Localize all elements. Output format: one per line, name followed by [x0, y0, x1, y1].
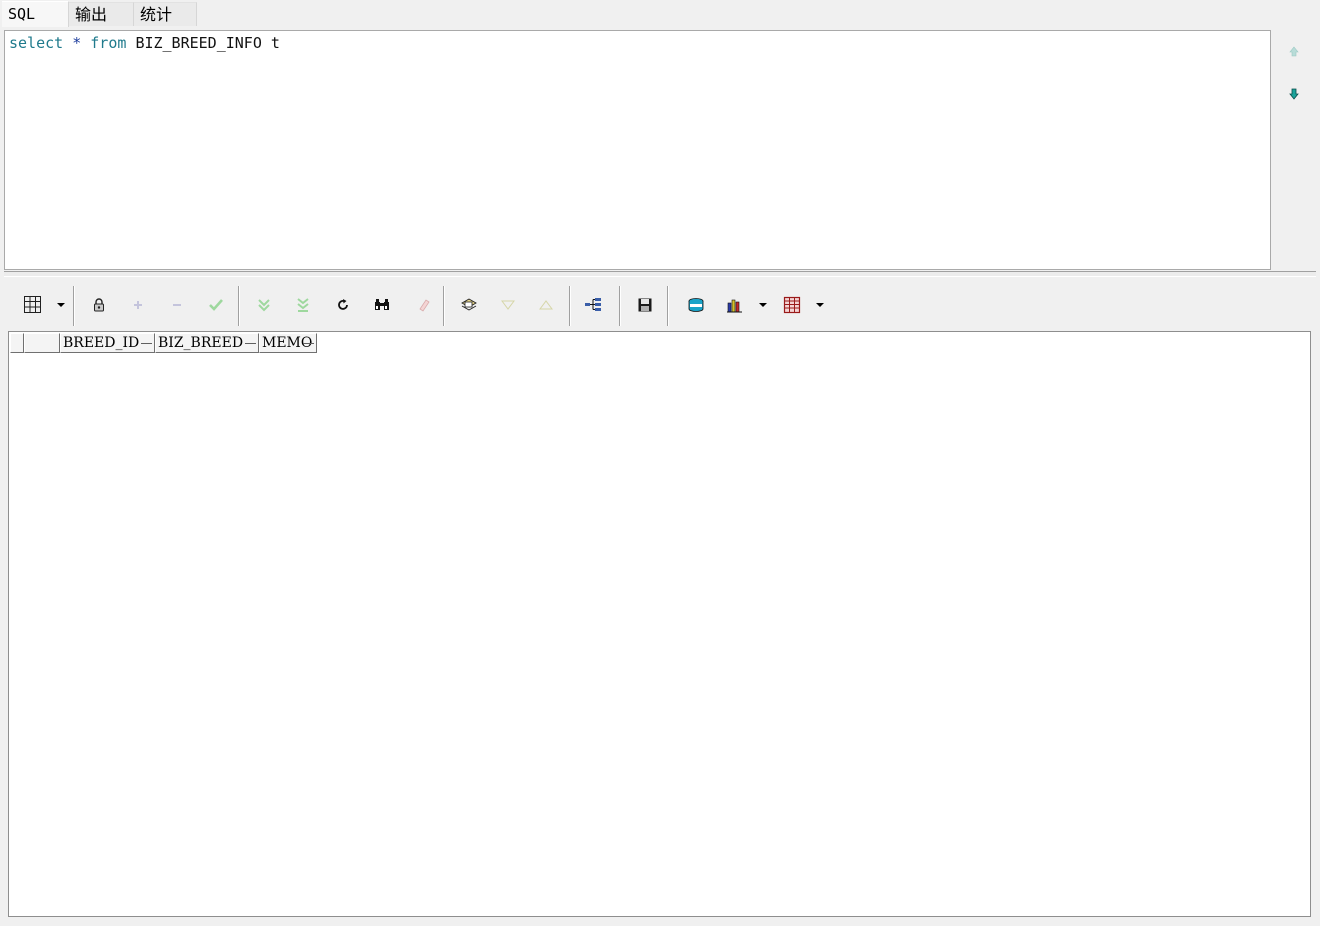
grid-row-indicator-header[interactable]: [24, 333, 60, 353]
sql-table-name: BIZ_BREED_INFO: [135, 34, 262, 52]
sql-window: SQL 输出 统计 select * from BIZ_BREED_INFO t: [0, 0, 1320, 926]
grid-corner-cell[interactable]: [10, 333, 24, 353]
chart-dropdown[interactable]: [759, 303, 767, 307]
fetch-next-icon[interactable]: [253, 294, 275, 316]
lock-icon[interactable]: [88, 294, 110, 316]
chart-icon[interactable]: [724, 294, 746, 316]
sql-keyword-from: from: [90, 34, 127, 52]
save-icon[interactable]: [634, 294, 656, 316]
toolbar-separator: [73, 286, 75, 326]
column-header-label: BREED_ID: [63, 335, 140, 351]
tab-bar: SQL 输出 统计: [0, 0, 1320, 27]
table-icon[interactable]: [781, 294, 803, 316]
binoculars-icon[interactable]: [371, 294, 393, 316]
plus-icon[interactable]: [127, 294, 149, 316]
toolbar-separator: [619, 286, 621, 326]
toolbar-separator: [667, 286, 669, 326]
column-filter-icon: [245, 343, 256, 344]
tab-statistics[interactable]: 统计: [134, 2, 197, 26]
column-filter-icon: [141, 343, 152, 344]
tab-sql[interactable]: SQL: [2, 1, 69, 27]
arrow-down-icon[interactable]: [1286, 86, 1302, 102]
toolbar-separator: [238, 286, 240, 326]
sql-text-line: select * from BIZ_BREED_INFO t: [9, 33, 280, 53]
minus-icon[interactable]: [166, 294, 188, 316]
grid-layout-dropdown[interactable]: [57, 303, 65, 307]
editor-history-nav: [1272, 30, 1316, 270]
result-toolbar: [4, 284, 1316, 328]
column-header-biz-breed[interactable]: BIZ_BREED: [155, 333, 259, 353]
column-header-memo[interactable]: MEMO: [259, 333, 317, 353]
eraser-icon[interactable]: [413, 294, 435, 316]
sort-down-icon[interactable]: [497, 294, 519, 316]
sql-operator-star: *: [72, 34, 82, 52]
check-icon[interactable]: [205, 294, 227, 316]
column-header-breed-id[interactable]: BREED_ID: [60, 333, 155, 353]
sql-alias: t: [270, 34, 280, 52]
arrow-up-icon[interactable]: [1286, 44, 1302, 60]
query-by-example-icon[interactable]: [458, 294, 480, 316]
tree-icon[interactable]: [582, 294, 604, 316]
fetch-last-icon[interactable]: [292, 294, 314, 316]
status-strip: [0, 919, 1320, 926]
sql-editor[interactable]: select * from BIZ_BREED_INFO t: [4, 30, 1271, 270]
result-grid[interactable]: BREED_ID BIZ_BREED MEMO: [8, 331, 1311, 917]
refresh-icon[interactable]: [332, 294, 354, 316]
toolbar-separator: [443, 286, 445, 326]
toolbar-separator: [569, 286, 571, 326]
sort-up-icon[interactable]: [535, 294, 557, 316]
tab-output[interactable]: 输出: [69, 2, 134, 26]
column-header-label: BIZ_BREED: [158, 335, 244, 351]
table-dropdown[interactable]: [816, 303, 824, 307]
column-filter-icon: [303, 343, 314, 344]
export-icon[interactable]: [685, 294, 707, 316]
pane-splitter[interactable]: [4, 271, 1316, 277]
grid-layout-icon[interactable]: [22, 294, 44, 316]
sql-keyword-select: select: [9, 34, 64, 52]
